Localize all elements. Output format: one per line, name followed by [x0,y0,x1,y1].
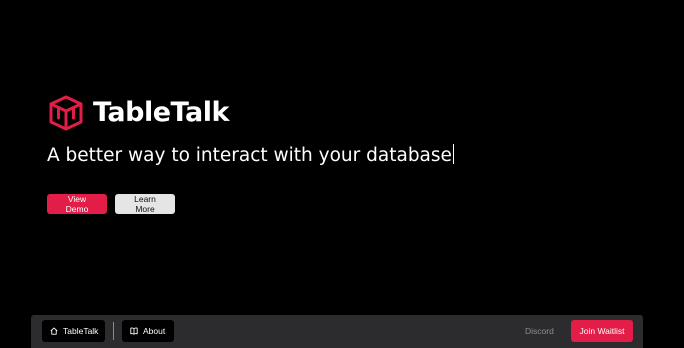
brand-header: TableTalk [47,93,647,133]
bottom-navbar: TableTalk About Discord Join Waitlist [31,315,643,348]
nav-divider [113,322,114,340]
nav-about-label: About [143,326,166,336]
nav-home-button[interactable]: TableTalk [42,320,105,342]
typing-cursor [452,144,455,164]
home-icon [50,327,58,335]
nav-discord-link[interactable]: Discord [525,320,554,342]
brand-name: TableTalk [93,97,229,128]
book-icon [130,327,138,335]
tagline-text: A better way to interact with your datab… [47,145,452,166]
learn-more-button[interactable]: Learn More [115,194,175,214]
landing-page: TableTalk A better way to interact with … [0,0,684,348]
cta-buttons: View Demo Learn More [47,194,175,214]
hero-section: TableTalk A better way to interact with … [47,93,647,169]
hero-tagline: A better way to interact with your datab… [47,143,647,169]
join-waitlist-button[interactable]: Join Waitlist [571,320,633,342]
nav-about-button[interactable]: About [122,320,174,342]
nav-home-label: TableTalk [63,326,99,336]
view-demo-button[interactable]: View Demo [47,194,107,214]
cube-icon [47,94,85,132]
